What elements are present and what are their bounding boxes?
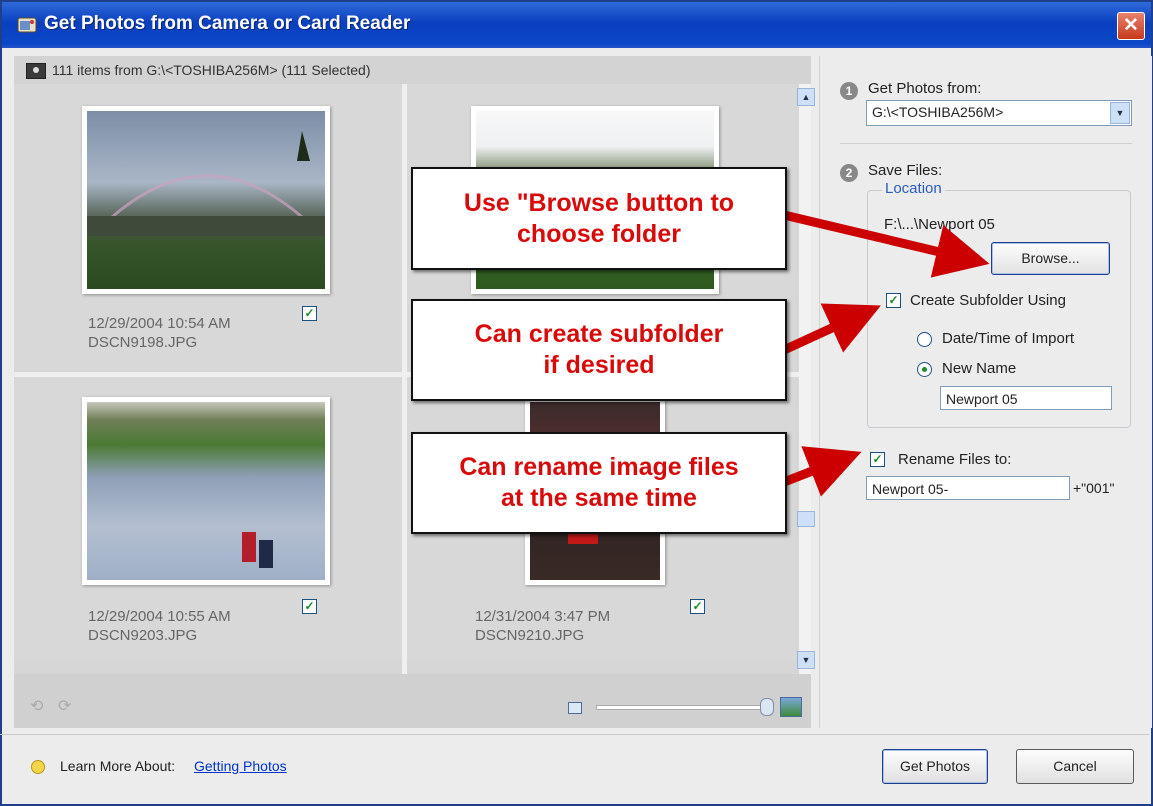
location-legend: Location — [882, 180, 945, 197]
create-subfolder-label: Create Subfolder Using — [910, 292, 1066, 309]
rotate-right-icon[interactable]: ⟳ — [58, 696, 74, 715]
browse-callout-line1: Use "Browse button to — [463, 188, 735, 217]
learn-more-label: Learn More About: — [60, 758, 176, 774]
subfolder-callout-line2: if desired — [543, 351, 655, 379]
photo-filename: DSCN9203.JPG — [88, 627, 198, 644]
photo-date: 12/31/2004 3:47 PM — [475, 608, 611, 625]
rename-files-label: Rename Files to: — [898, 451, 1012, 468]
slider-handle[interactable] — [760, 698, 774, 716]
lightbulb-icon — [31, 760, 45, 774]
save-files-label: Save Files: — [868, 162, 943, 179]
cancel-button[interactable]: Cancel — [1016, 749, 1134, 784]
status-bar: 111 items from G:\<TOSHIBA256M> (111 Sel… — [14, 56, 811, 85]
getting-photos-link[interactable]: Getting Photos — [194, 758, 287, 774]
photo-select-checkbox[interactable]: ✓ — [302, 599, 317, 614]
camera-app-icon — [17, 17, 37, 33]
source-dropdown[interactable]: G:\<TOSHIBA256M> ▼ — [866, 100, 1132, 126]
scroll-up-button[interactable]: ▲ — [797, 88, 815, 106]
close-button[interactable]: ✕ — [1117, 12, 1145, 40]
photo-date: 12/29/2004 10:55 AM — [88, 608, 231, 625]
thumbnail-cell[interactable]: 12/29/2004 10:55 AM DSCN9203.JPG ✓ — [14, 377, 402, 662]
step-two-badge: 2 — [840, 164, 858, 182]
column-divider — [402, 84, 407, 722]
scrollbar-thumb[interactable] — [797, 511, 815, 527]
rename-input[interactable]: Newport 05- — [866, 476, 1070, 500]
location-path: F:\...\Newport 05 — [884, 216, 995, 233]
title-bar: Get Photos from Camera or Card Reader ✕ — [2, 2, 1151, 48]
window-title: Get Photos from Camera or Card Reader — [44, 13, 411, 34]
browse-callout-line2: choose folder — [517, 219, 681, 248]
settings-pane: 1 Get Photos from: G:\<TOSHIBA256M> ▼ 2 … — [819, 56, 1152, 728]
browse-callout: Use "Browse button to choose folder — [411, 167, 787, 270]
scroll-down-button[interactable]: ▼ — [797, 651, 815, 669]
browse-button[interactable]: Browse... — [991, 242, 1110, 275]
photo-select-checkbox[interactable]: ✓ — [302, 306, 317, 321]
photo-thumbnail[interactable] — [82, 106, 330, 294]
camera-icon — [26, 63, 46, 79]
photo-thumbnail[interactable] — [82, 397, 330, 585]
date-time-label: Date/Time of Import — [942, 330, 1074, 347]
rename-callout-line2: at the same time — [501, 484, 697, 512]
chevron-down-icon[interactable]: ▼ — [1110, 102, 1130, 124]
rotate-left-icon[interactable]: ⟲ — [30, 696, 46, 715]
step-one-badge: 1 — [840, 82, 858, 100]
subfolder-callout: Can create subfolder if desired — [411, 299, 787, 401]
rename-callout-line1: Can rename image files — [459, 453, 739, 481]
get-photos-button[interactable]: Get Photos — [882, 749, 988, 784]
subfolder-callout-line1: Can create subfolder — [474, 320, 724, 348]
rename-suffix: +"001" — [1073, 480, 1115, 496]
source-value: G:\<TOSHIBA256M> — [872, 104, 1004, 120]
rename-files-checkbox[interactable]: ✓ — [870, 452, 885, 467]
thumbnail-toolbar: ⟲ ⟳ — [14, 674, 811, 728]
photo-filename: DSCN9198.JPG — [88, 334, 198, 351]
thumbnail-cell[interactable]: 12/29/2004 10:54 AM DSCN9198.JPG ✓ — [14, 84, 402, 369]
small-thumbnails-icon[interactable] — [568, 702, 582, 714]
photo-select-checkbox[interactable]: ✓ — [690, 599, 705, 614]
footer-divider — [0, 734, 1149, 735]
new-name-input[interactable]: Newport 05 — [940, 386, 1112, 410]
photo-filename: DSCN9210.JPG — [475, 627, 585, 644]
source-label: Get Photos from: — [868, 80, 982, 97]
create-subfolder-checkbox[interactable]: ✓ — [886, 293, 901, 308]
new-name-radio[interactable] — [917, 362, 932, 377]
vertical-scrollbar[interactable]: ▲ ▼ — [797, 84, 815, 722]
date-time-radio[interactable] — [917, 332, 932, 347]
thumbnail-size-slider[interactable] — [596, 705, 768, 710]
new-name-label: New Name — [942, 360, 1017, 377]
status-text: 111 items from G:\<TOSHIBA256M> (111 Sel… — [52, 62, 371, 78]
large-thumbnails-icon[interactable] — [780, 697, 802, 717]
divider — [840, 143, 1132, 144]
rename-callout: Can rename image files at the same time — [411, 432, 787, 534]
photo-date: 12/29/2004 10:54 AM — [88, 315, 231, 332]
